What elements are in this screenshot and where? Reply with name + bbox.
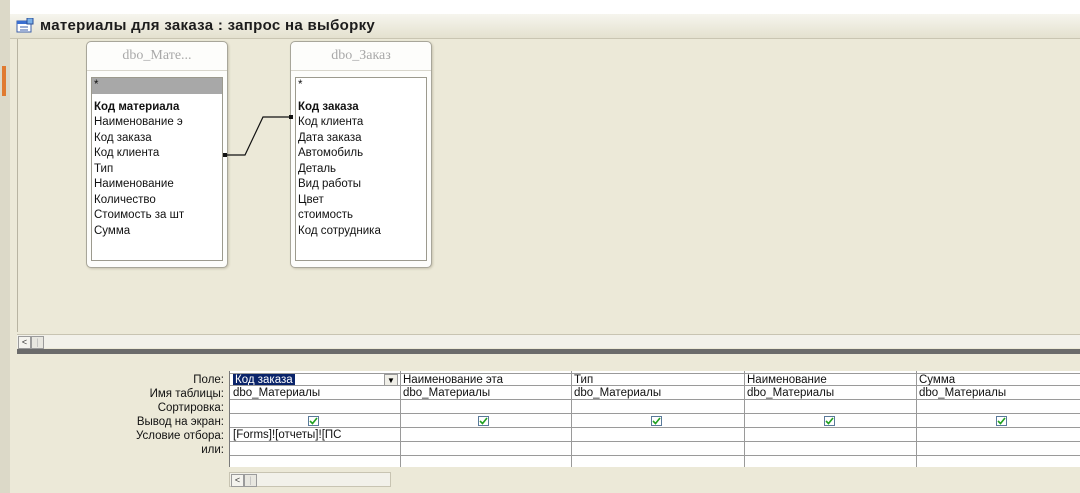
join-line[interactable] xyxy=(223,99,295,169)
field-item[interactable]: Цвет xyxy=(296,193,426,209)
checkmark-icon[interactable] xyxy=(308,416,319,426)
scroll-thumb[interactable]: | xyxy=(244,474,257,487)
field-cell[interactable]: Сумма xyxy=(916,373,1080,386)
field-cell[interactable]: Код заказа ▼ xyxy=(230,373,400,386)
field-cell[interactable]: Наименование эта xyxy=(400,373,571,386)
field-item[interactable]: Код сотрудника xyxy=(296,224,426,240)
field-item[interactable]: Код заказа xyxy=(296,100,426,116)
field-item[interactable]: Автомобиль xyxy=(296,146,426,162)
field-item[interactable]: Количество xyxy=(92,193,222,209)
upper-horizontal-scrollbar[interactable]: < | xyxy=(17,334,1080,349)
scroll-left-arrow-icon[interactable]: < xyxy=(231,474,244,487)
show-cell[interactable] xyxy=(916,415,1080,428)
criteria-cell[interactable] xyxy=(571,429,744,442)
table-cell[interactable]: dbo_Материалы xyxy=(916,387,1080,400)
show-cell[interactable] xyxy=(744,415,916,428)
or-cell[interactable] xyxy=(400,443,571,456)
field-item[interactable]: Сумма xyxy=(92,224,222,240)
show-cell[interactable] xyxy=(230,415,400,428)
sort-cell[interactable] xyxy=(744,401,916,414)
edge-marker xyxy=(2,66,6,96)
table-title[interactable]: dbo_Заказ xyxy=(291,42,431,71)
or-cell[interactable] xyxy=(916,443,1080,456)
table-cell[interactable]: dbo_Материалы xyxy=(400,387,571,400)
query-icon xyxy=(16,18,34,33)
field-list[interactable]: * Код материала Наименование э Код заказ… xyxy=(91,77,223,261)
grid-column-2[interactable]: Наименование эта dbo_Материалы xyxy=(400,371,572,467)
checkmark-icon[interactable] xyxy=(824,416,835,426)
or-cell[interactable] xyxy=(744,443,916,456)
criteria-cell[interactable] xyxy=(744,429,916,442)
scroll-left-arrow-icon[interactable]: < xyxy=(18,336,31,349)
field-item[interactable]: Наименование xyxy=(92,177,222,193)
criteria-cell[interactable] xyxy=(916,429,1080,442)
field-cell[interactable]: Наименование xyxy=(744,373,916,386)
table-box-orders[interactable]: dbo_Заказ * Код заказа Код клиента Дата … xyxy=(290,41,432,268)
checkmark-icon[interactable] xyxy=(651,416,662,426)
field-item[interactable]: Код материала xyxy=(92,100,222,116)
row-label-field: Поле: xyxy=(193,374,224,386)
sort-cell[interactable] xyxy=(400,401,571,414)
query-window: материалы для заказа : запрос на выборку… xyxy=(10,14,1080,493)
field-item[interactable]: Код заказа xyxy=(92,131,222,147)
row-label-show: Вывод на экран: xyxy=(136,416,224,428)
grid-column-4[interactable]: Наименование dbo_Материалы xyxy=(744,371,917,467)
checkmark-icon[interactable] xyxy=(478,416,489,426)
grid-column-3[interactable]: Тип dbo_Материалы xyxy=(571,371,745,467)
row-label-criteria: Условие отбора: xyxy=(135,430,224,442)
or-cell[interactable] xyxy=(230,443,400,456)
criteria-cell[interactable]: [Forms]![отчеты]![ПС xyxy=(230,429,400,442)
field-list[interactable]: * Код заказа Код клиента Дата заказа Авт… xyxy=(295,77,427,261)
query-grid-pane: Поле: Имя таблицы: Сортировка: Вывод на … xyxy=(17,354,1080,493)
table-box-materials[interactable]: dbo_Мате... * Код материала Наименование… xyxy=(86,41,228,268)
table-cell[interactable]: dbo_Материалы xyxy=(571,387,744,400)
table-title[interactable]: dbo_Мате... xyxy=(87,42,227,71)
table-cell[interactable]: dbo_Материалы xyxy=(230,387,400,400)
design-grid[interactable]: Код заказа ▼ dbo_Материалы [Forms]![отче… xyxy=(229,371,1080,467)
field-item[interactable]: Код клиента xyxy=(296,115,426,131)
field-value[interactable]: Код заказа xyxy=(233,374,295,385)
field-item[interactable]: Дата заказа xyxy=(296,131,426,147)
field-item[interactable]: Тип xyxy=(92,162,222,178)
field-item[interactable]: стоимость xyxy=(296,208,426,224)
sort-cell[interactable] xyxy=(571,401,744,414)
title-bar[interactable]: материалы для заказа : запрос на выборку xyxy=(10,14,1080,39)
field-item[interactable]: Стоимость за шт xyxy=(92,208,222,224)
sort-cell[interactable] xyxy=(916,401,1080,414)
checkmark-icon[interactable] xyxy=(996,416,1007,426)
scroll-thumb[interactable]: | xyxy=(31,336,44,349)
table-design-pane[interactable]: dbo_Мате... * Код материала Наименование… xyxy=(17,39,1080,332)
dropdown-arrow-icon[interactable]: ▼ xyxy=(384,374,398,385)
field-item[interactable]: * xyxy=(296,78,426,94)
show-cell[interactable] xyxy=(400,415,571,428)
field-item[interactable]: * xyxy=(92,78,222,94)
left-window-edge xyxy=(0,0,10,493)
field-item[interactable]: Вид работы xyxy=(296,177,426,193)
sort-cell[interactable] xyxy=(230,401,400,414)
row-label-table: Имя таблицы: xyxy=(149,388,224,400)
row-label-sort: Сортировка: xyxy=(157,402,224,414)
or-cell[interactable] xyxy=(571,443,744,456)
table-cell[interactable]: dbo_Материалы xyxy=(744,387,916,400)
field-item[interactable]: Наименование э xyxy=(92,115,222,131)
show-cell[interactable] xyxy=(571,415,744,428)
grid-column-1[interactable]: Код заказа ▼ dbo_Материалы [Forms]![отче… xyxy=(230,371,401,467)
criteria-cell[interactable] xyxy=(400,429,571,442)
window-title: материалы для заказа : запрос на выборку xyxy=(40,17,376,34)
field-cell[interactable]: Тип xyxy=(571,373,744,386)
grid-horizontal-scrollbar[interactable]: < | xyxy=(229,472,391,487)
field-item[interactable]: Код клиента xyxy=(92,146,222,162)
row-label-or: или: xyxy=(201,444,224,456)
grid-column-5[interactable]: Сумма dbo_Материалы xyxy=(916,371,1080,467)
field-item[interactable]: Деталь xyxy=(296,162,426,178)
